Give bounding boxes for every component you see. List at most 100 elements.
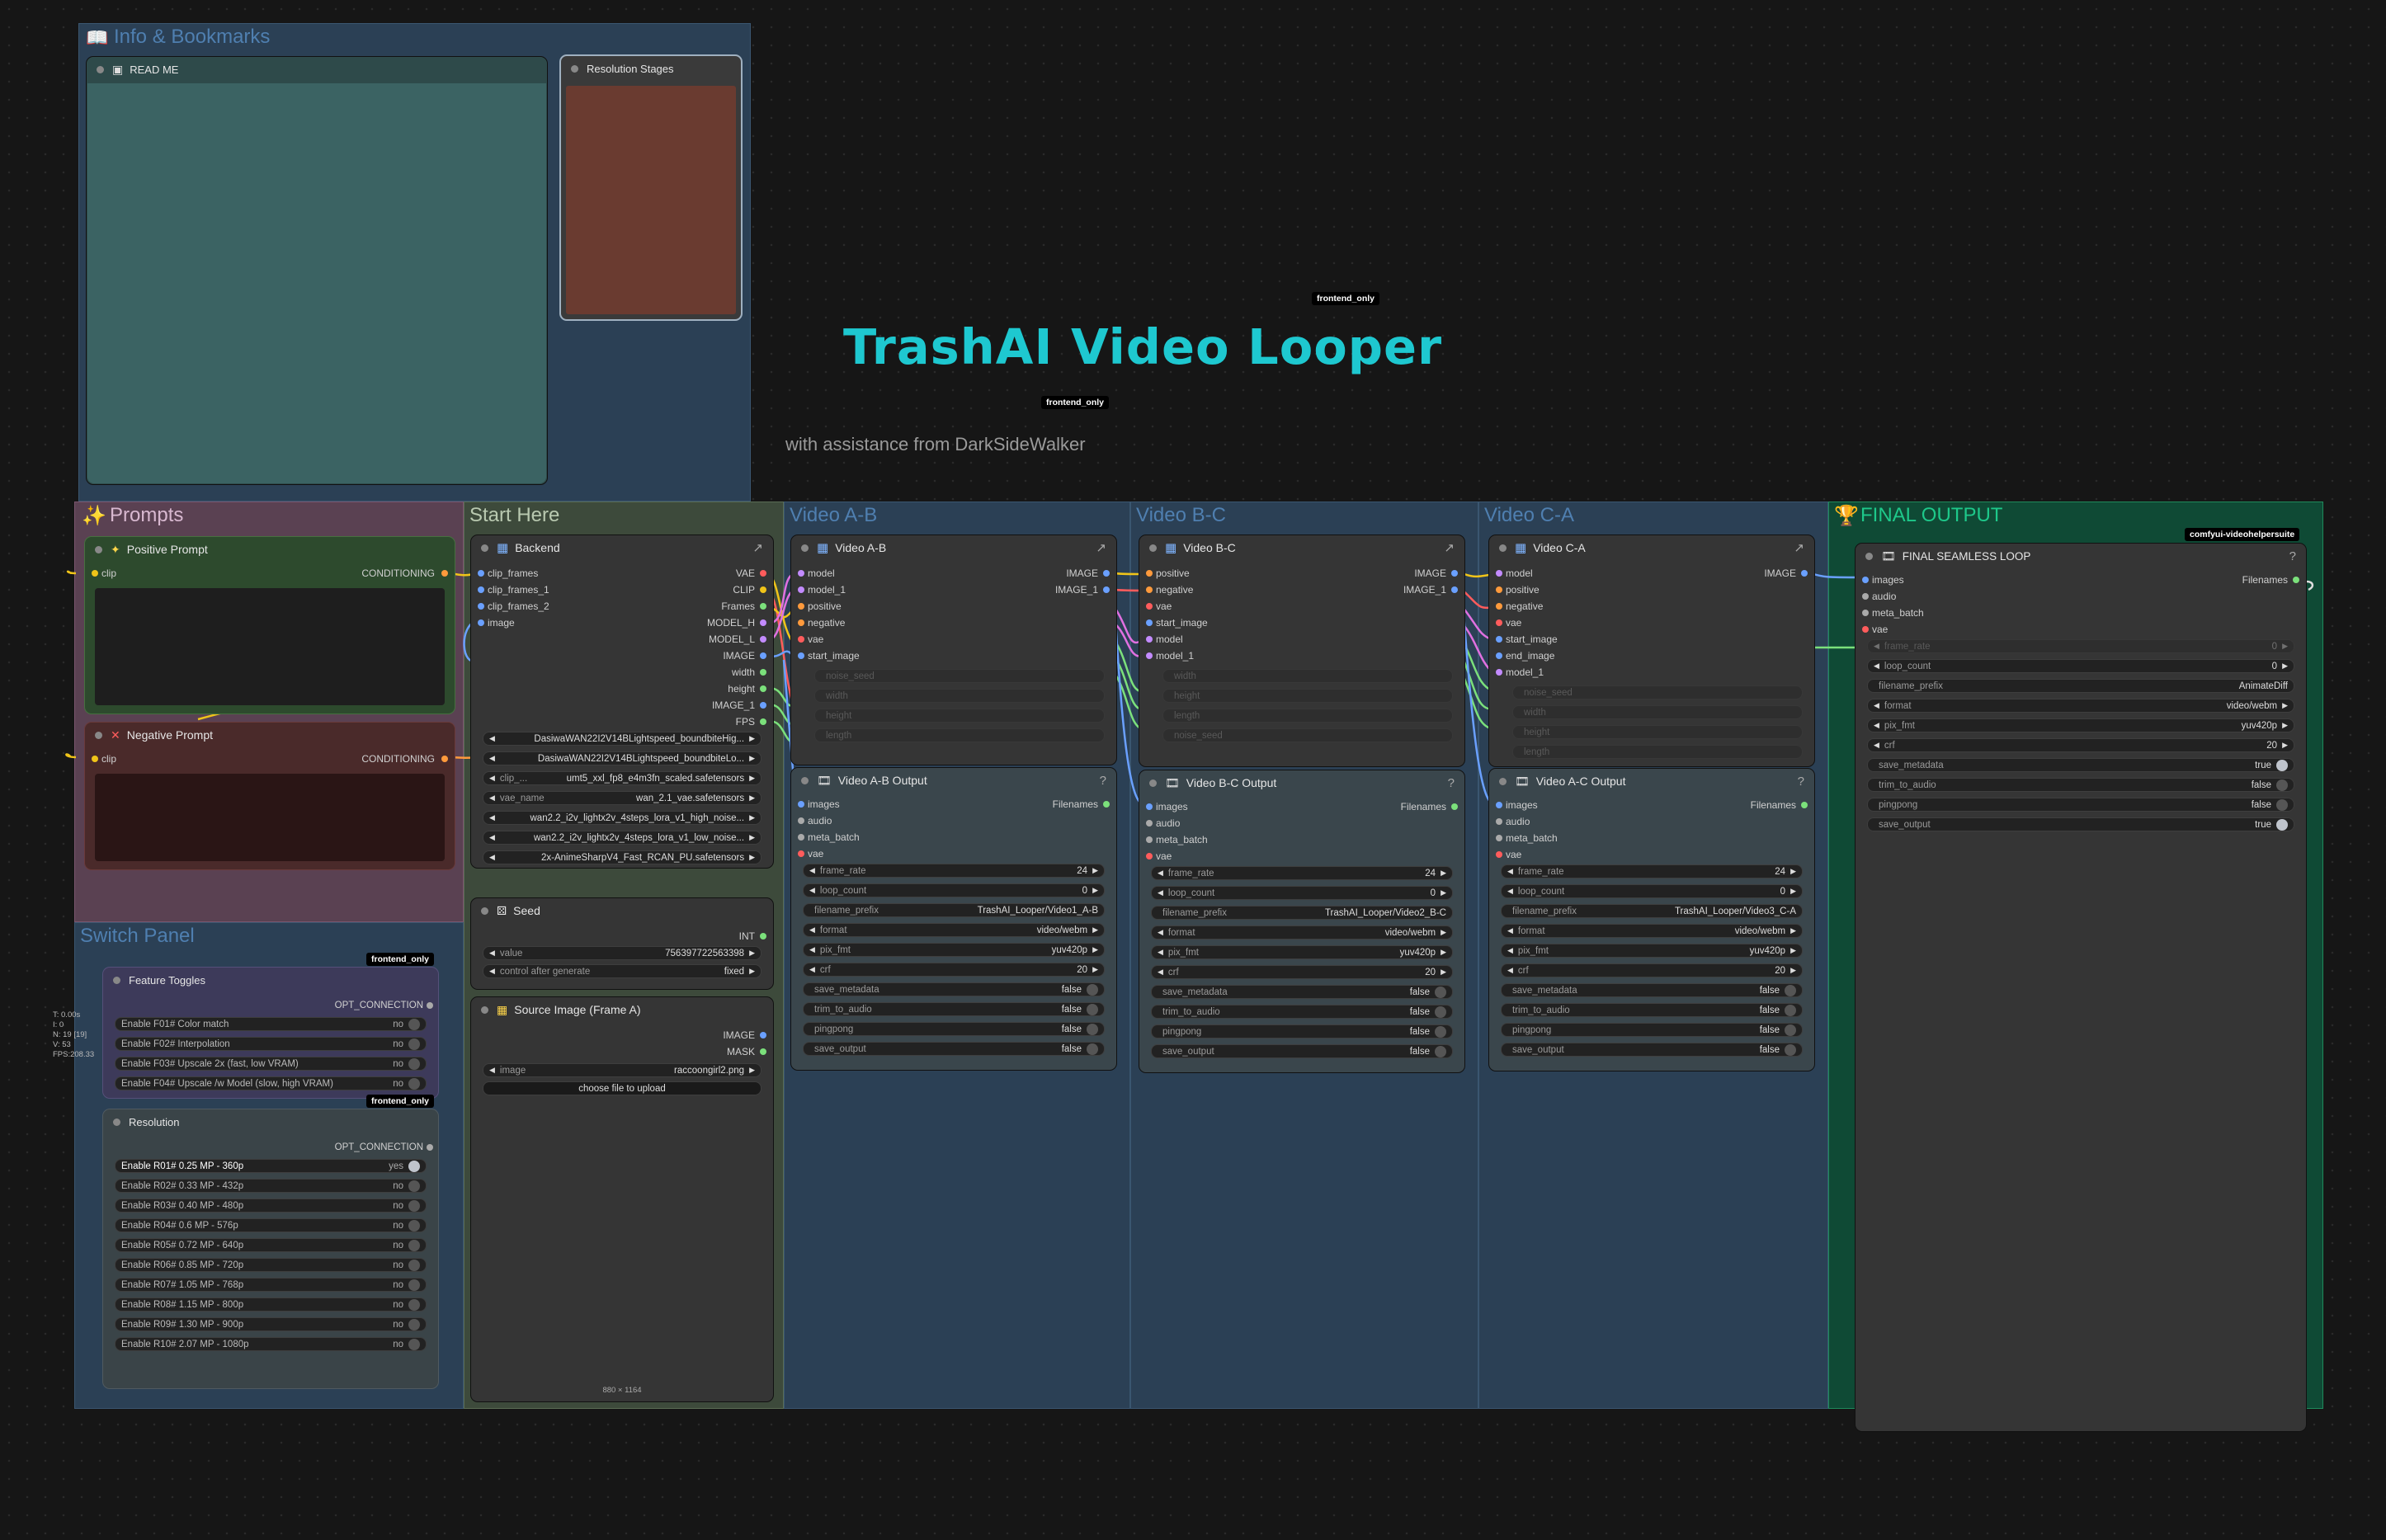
feature-toggle-row[interactable]: Enable R07# 1.05 MP - 768p no xyxy=(115,1278,427,1292)
input-slot[interactable] xyxy=(798,850,804,857)
open-subgraph-icon[interactable]: ↗ xyxy=(752,540,763,555)
feature-toggle-row[interactable]: Enable R03# 0.40 MP - 480p no xyxy=(115,1199,427,1213)
save_output-widget[interactable]: save_output false xyxy=(1501,1043,1803,1057)
model-select-widget[interactable]: ◀ wan2.2_i2v_lightx2v_4steps_lora_v1_high… xyxy=(483,811,762,825)
toggle-knob[interactable] xyxy=(408,1199,420,1212)
seed-header[interactable]: ⚄ Seed xyxy=(471,898,773,923)
model-select-widget[interactable]: ◀ wan2.2_i2v_lightx2v_4steps_lora_v1_low_… xyxy=(483,831,762,845)
input-slot[interactable] xyxy=(478,570,484,577)
out-ab-header[interactable]: 🎞 Video A-B Output ? xyxy=(791,768,1116,793)
trim-widget[interactable]: trim_to_audio false xyxy=(1151,1005,1453,1019)
int-output-slot[interactable] xyxy=(760,933,766,940)
feature-toggle-row[interactable]: Enable R02# 0.33 MP - 432p no xyxy=(115,1179,427,1193)
filenames-output-slot[interactable] xyxy=(1103,801,1110,808)
filenames-output-slot[interactable] xyxy=(1801,802,1808,808)
collapse-dot[interactable] xyxy=(1149,779,1157,787)
toggle-knob[interactable] xyxy=(408,1338,420,1350)
collapse-dot[interactable] xyxy=(97,65,104,73)
output-slot[interactable] xyxy=(760,586,766,593)
input-slot[interactable] xyxy=(1496,851,1502,858)
conditioning-output-slot[interactable] xyxy=(441,570,448,577)
video-bc-node[interactable]: ▦ Video B-C ↗ positive negative vae start_i… xyxy=(1139,535,1465,767)
output-slot[interactable] xyxy=(760,619,766,626)
crf-widget[interactable]: ◀ crf 20 ▶ xyxy=(1501,963,1803,977)
conditioning-output-slot[interactable] xyxy=(441,756,448,762)
toggle-knob[interactable] xyxy=(1087,1023,1098,1035)
pingpong-widget[interactable]: pingpong false xyxy=(1501,1023,1803,1037)
feature-toggle-row[interactable]: Enable F03# Upscale 2x (fast, low VRAM) n… xyxy=(115,1057,427,1071)
toggle-knob[interactable] xyxy=(1435,986,1446,998)
opt-connection-slot[interactable] xyxy=(427,1002,433,1009)
input-slot[interactable] xyxy=(1496,835,1502,841)
toggle-knob[interactable] xyxy=(2276,759,2288,771)
collapse-dot[interactable] xyxy=(113,1118,120,1126)
out-ca-header[interactable]: 🎞 Video A-C Output ? xyxy=(1489,769,1814,794)
input-slot[interactable] xyxy=(1146,652,1153,659)
open-subgraph-icon[interactable]: ↗ xyxy=(1794,540,1804,555)
input-slot[interactable] xyxy=(1496,802,1502,808)
toggle-knob[interactable] xyxy=(1785,984,1796,996)
toggle-knob[interactable] xyxy=(1087,1043,1098,1055)
save_metadata-widget[interactable]: save_metadata false xyxy=(803,982,1105,996)
help-icon[interactable]: ? xyxy=(1100,774,1106,788)
model-select-widget[interactable]: ◀ vae_name wan_2.1_vae.safetensors ▶ xyxy=(483,791,762,805)
input-slot[interactable] xyxy=(478,619,484,626)
backend-node[interactable]: ▦ Backend ↗ clip_frames clip_frames_1 clip… xyxy=(470,535,774,869)
input-slot[interactable] xyxy=(798,603,804,610)
crf-widget[interactable]: ◀ crf 20 ▶ xyxy=(1867,738,2294,752)
image-output-slot[interactable] xyxy=(760,1032,766,1038)
model-select-widget[interactable]: ◀ 2x-AnimeSharpV4_Fast_RCAN_PU.safetensor… xyxy=(483,850,762,864)
input-slot[interactable] xyxy=(1146,836,1153,843)
toggle-knob[interactable] xyxy=(408,1180,420,1192)
video-bc-output-node[interactable]: 🎞 Video B-C Output ? images audio meta_bat… xyxy=(1139,770,1465,1073)
control-after-generate-widget[interactable]: ◀ control after generate fixed ▶ xyxy=(483,964,762,978)
disabled-widget[interactable]: noise_seed xyxy=(1162,728,1453,742)
feature-toggle-row[interactable]: Enable F04# Upscale /w Model (slow, high… xyxy=(115,1076,427,1090)
source-header[interactable]: ▦ Source Image (Frame A) xyxy=(471,997,773,1022)
disabled-widget[interactable]: length xyxy=(1162,709,1453,723)
feature-toggle-row[interactable]: Enable R06# 0.85 MP - 720p no xyxy=(115,1258,427,1272)
frame_rate-widget[interactable]: ◀ frame_rate 24 ▶ xyxy=(1151,866,1453,880)
input-slot[interactable] xyxy=(1862,610,1869,616)
toggle-knob[interactable] xyxy=(408,1057,420,1070)
toggle-knob[interactable] xyxy=(1785,1004,1796,1016)
output-slot[interactable] xyxy=(1451,586,1458,593)
source-image-node[interactable]: ▦ Source Image (Frame A) IMAGE MASK ◀ ima… xyxy=(470,996,774,1402)
feature-toggle-row[interactable]: Enable R01# 0.25 MP - 360p yes xyxy=(115,1159,427,1173)
vab-header[interactable]: ▦ Video A-B ↗ xyxy=(791,535,1116,560)
input-slot[interactable] xyxy=(798,801,804,808)
format-widget[interactable]: ◀ format video/webm ▶ xyxy=(803,923,1105,937)
resolution-stages-node[interactable]: Resolution Stages xyxy=(559,54,743,321)
video-ab-node[interactable]: ▦ Video A-B ↗ model model_1 positive negati… xyxy=(790,535,1117,765)
disabled-widget[interactable]: height xyxy=(1162,689,1453,703)
toggle-knob[interactable] xyxy=(408,1239,420,1251)
input-slot[interactable] xyxy=(798,834,804,841)
disabled-widget[interactable]: length xyxy=(1512,745,1803,759)
resolution-header[interactable]: Resolution xyxy=(103,1109,438,1134)
input-slot[interactable] xyxy=(1146,603,1153,610)
toggle-knob[interactable] xyxy=(1087,983,1098,996)
input-slot[interactable] xyxy=(1496,570,1502,577)
collapse-dot[interactable] xyxy=(481,544,488,552)
input-slot[interactable] xyxy=(1146,853,1153,859)
input-slot[interactable] xyxy=(798,586,804,593)
collapse-dot[interactable] xyxy=(95,731,102,739)
negative-header[interactable]: ✕ Negative Prompt xyxy=(85,723,455,747)
prefix-widget[interactable]: filename_prefix TrashAI_Looper/Video3_C-A xyxy=(1501,904,1803,918)
help-icon[interactable]: ? xyxy=(1798,775,1804,789)
positive-text-area[interactable] xyxy=(95,588,445,705)
vbc-header[interactable]: ▦ Video B-C ↗ xyxy=(1139,535,1464,560)
collapse-dot[interactable] xyxy=(113,976,120,984)
pix_fmt-widget[interactable]: ◀ pix_fmt yuv420p ▶ xyxy=(1867,718,2294,732)
disabled-widget[interactable]: width xyxy=(814,689,1105,703)
collapse-dot[interactable] xyxy=(1149,544,1157,552)
filenames-output-slot[interactable] xyxy=(1451,803,1458,810)
collapse-dot[interactable] xyxy=(801,776,809,784)
input-slot[interactable] xyxy=(1496,619,1502,626)
upload-button[interactable]: choose file to upload xyxy=(483,1081,762,1095)
positive-header[interactable]: ✦ Positive Prompt xyxy=(85,537,455,562)
trim-widget[interactable]: trim_to_audio false xyxy=(1867,778,2294,792)
input-slot[interactable] xyxy=(798,570,804,577)
disabled-widget[interactable]: noise_seed xyxy=(814,669,1105,683)
output-slot[interactable] xyxy=(1451,570,1458,577)
